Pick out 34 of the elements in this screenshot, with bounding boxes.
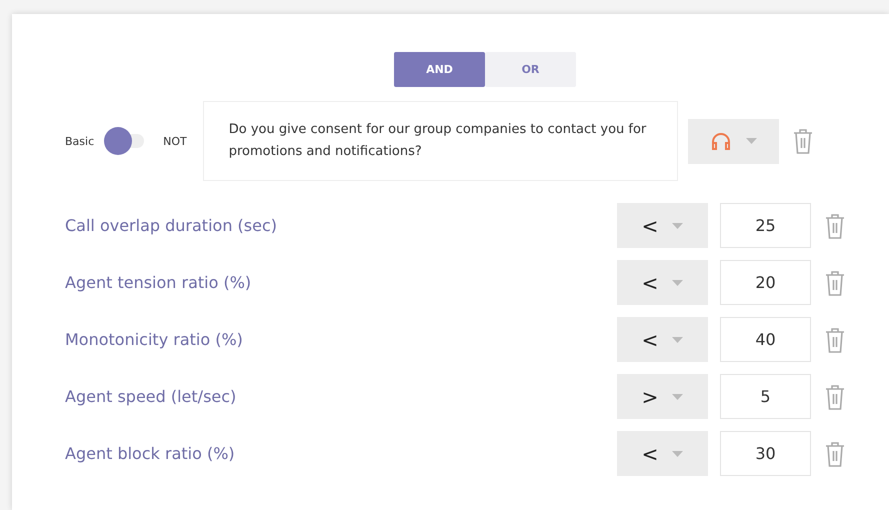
value-field[interactable]: 40 <box>720 317 811 362</box>
trash-icon[interactable] <box>825 270 845 296</box>
condition-label: Monotonicity ratio (%) <box>65 330 244 349</box>
operator-dropdown[interactable]: > <box>617 374 708 419</box>
value-field[interactable]: 30 <box>720 431 811 476</box>
operator-dropdown[interactable]: < <box>617 431 708 476</box>
logic-tab[interactable]: OR <box>485 52 576 87</box>
caret-icon <box>672 394 684 400</box>
headphones-icon <box>710 131 732 151</box>
trash-icon[interactable] <box>825 440 845 466</box>
toggle-label: Basic <box>65 134 94 148</box>
caret-icon <box>672 222 684 228</box>
operator-dropdown[interactable]: < <box>617 317 708 362</box>
trash-icon[interactable] <box>825 212 845 238</box>
condition-label: Call overlap duration (sec) <box>65 216 278 235</box>
operator-dropdown[interactable]: < <box>617 203 708 248</box>
caret-icon <box>672 336 684 342</box>
condition-label: Agent speed (let/sec) <box>65 387 238 406</box>
operator-dropdown[interactable]: < <box>617 260 708 305</box>
channel-dropdown[interactable] <box>688 118 779 164</box>
condition-label: Agent tension ratio (%) <box>65 273 252 292</box>
trash-icon[interactable] <box>792 128 813 154</box>
caret-icon <box>672 280 684 286</box>
value-field[interactable]: 5 <box>720 374 811 419</box>
trash-icon[interactable] <box>825 384 845 410</box>
logic-tab[interactable]: AND <box>394 52 485 87</box>
trash-icon[interactable] <box>825 326 845 352</box>
question-text: Do you give consent for our group companies to contact you for promotions and notifications? <box>228 121 648 161</box>
caret-icon <box>672 450 684 456</box>
toggle-label: NOT <box>163 134 187 148</box>
value-field[interactable]: 25 <box>720 203 811 248</box>
caret-icon <box>746 138 757 144</box>
value-field[interactable]: 20 <box>720 260 811 305</box>
condition-label: Agent block ratio (%) <box>65 444 236 463</box>
